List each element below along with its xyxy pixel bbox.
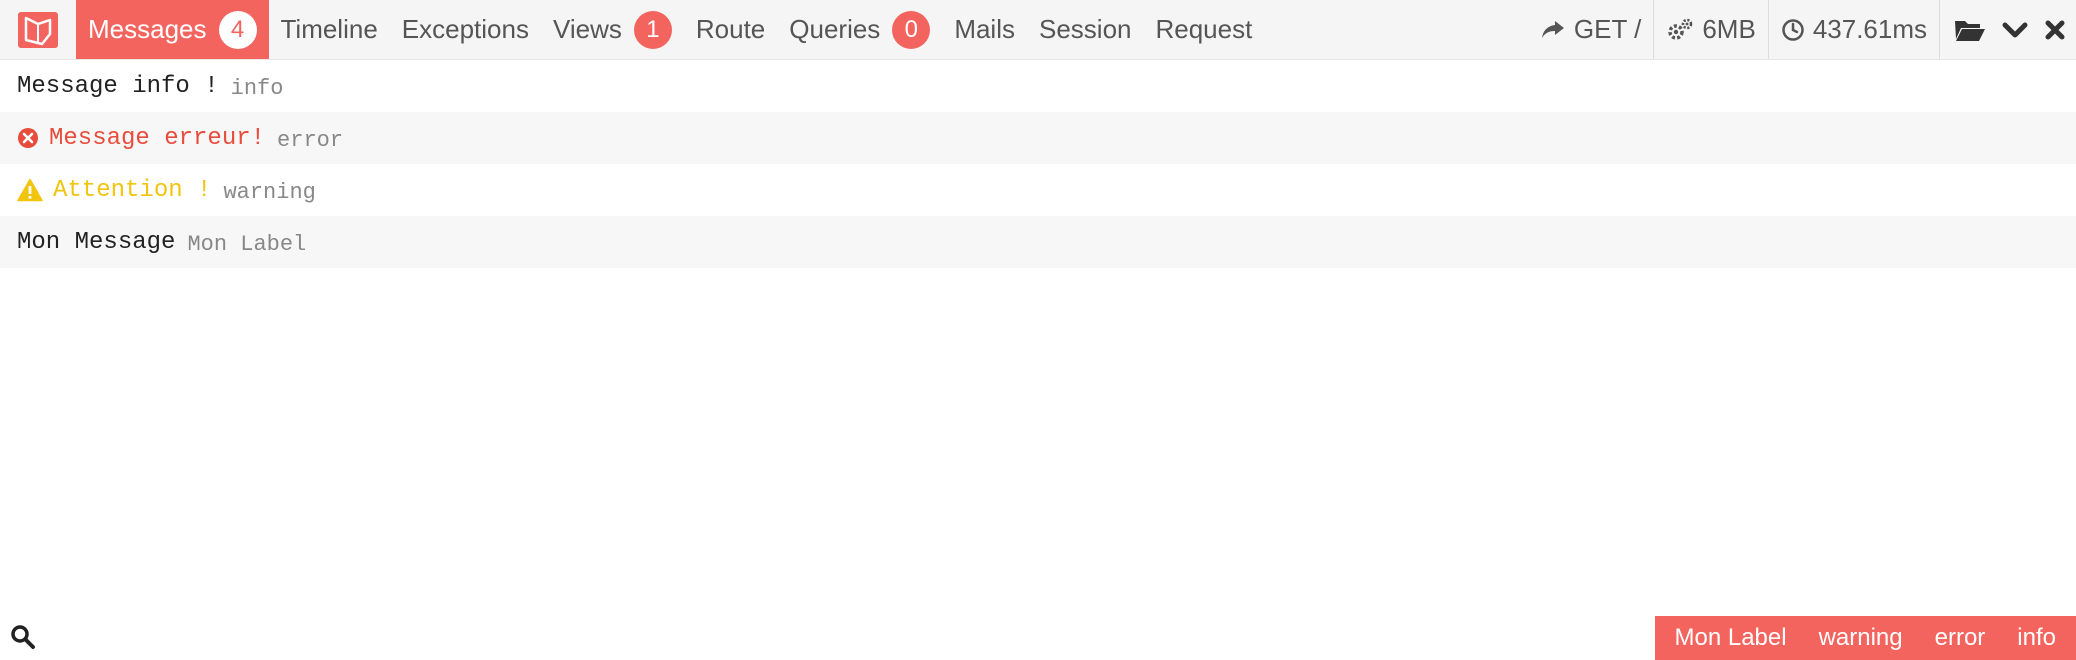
list-item[interactable]: Message info ! info <box>0 60 2076 112</box>
count-badge: 0 <box>892 10 931 49</box>
filter-mon-label[interactable]: Mon Label <box>1659 624 1803 652</box>
tab-label: Mails <box>954 14 1015 44</box>
request-indicator[interactable]: GET / <box>1528 0 1653 59</box>
request-method-path: GET / <box>1573 14 1642 44</box>
count-badge: 4 <box>218 10 257 49</box>
tab-timeline[interactable]: Timeline <box>269 0 390 59</box>
message-label: error <box>277 127 344 153</box>
list-item[interactable]: Message erreur! error <box>0 112 2076 164</box>
warning-triangle-icon <box>17 178 43 202</box>
tab-exceptions[interactable]: Exceptions <box>390 0 541 59</box>
tab-views[interactable]: Views 1 <box>541 0 684 59</box>
folder-open-icon[interactable] <box>1954 17 1986 43</box>
filter-warning[interactable]: warning <box>1803 624 1919 652</box>
tab-queries[interactable]: Queries 0 <box>777 0 942 59</box>
tab-messages[interactable]: Messages 4 <box>76 0 269 59</box>
close-icon[interactable] <box>2044 19 2066 41</box>
tab-list: Messages 4 Timeline Exceptions Views 1 R… <box>76 0 1264 59</box>
tab-label: Route <box>695 14 766 44</box>
message-label: info <box>230 75 284 101</box>
tab-label: Exceptions <box>401 14 529 44</box>
search-icon[interactable] <box>0 614 46 660</box>
memory-usage: 6MB <box>1702 14 1756 44</box>
list-item[interactable]: Mon Message Mon Label <box>0 216 2076 268</box>
message-text: Message erreur! <box>49 124 266 152</box>
debugbar-header: Messages 4 Timeline Exceptions Views 1 R… <box>0 0 2076 60</box>
message-label: Mon Label <box>187 231 307 257</box>
cogs-icon <box>1668 18 1693 40</box>
tab-label: Messages <box>88 14 207 44</box>
filter-info[interactable]: info <box>2001 624 2072 652</box>
tab-label: Views <box>552 14 622 44</box>
laravel-logo-icon[interactable] <box>0 0 76 59</box>
debugbar-controls <box>1939 0 2076 59</box>
filter-error[interactable]: error <box>1919 624 2002 652</box>
clock-icon <box>1782 18 1804 41</box>
tab-mails[interactable]: Mails <box>942 0 1027 59</box>
tab-label: Timeline <box>280 14 378 44</box>
header-indicators: GET / 6MB 437.61ms <box>1528 0 2076 59</box>
tab-route[interactable]: Route <box>684 0 777 59</box>
error-circle-icon <box>17 127 39 149</box>
share-icon <box>1541 20 1564 38</box>
request-duration: 437.61ms <box>1812 14 1927 44</box>
memory-indicator: 6MB <box>1653 0 1767 59</box>
debugbar: Messages 4 Timeline Exceptions Views 1 R… <box>0 0 2076 660</box>
message-label: warning <box>223 179 316 205</box>
list-item[interactable]: Attention ! warning <box>0 164 2076 216</box>
label-filters: Mon Label warning error info <box>1654 616 2076 660</box>
time-indicator[interactable]: 437.61ms <box>1767 0 1939 59</box>
chevron-down-icon[interactable] <box>2002 20 2028 40</box>
tab-label: Queries <box>789 14 881 44</box>
tab-session[interactable]: Session <box>1027 0 1144 59</box>
tab-label: Request <box>1155 14 1253 44</box>
message-text: Attention ! <box>53 176 212 204</box>
messages-list: Message info ! info Message erreur! erro… <box>0 60 2076 268</box>
tab-request[interactable]: Request <box>1143 0 1264 59</box>
count-badge: 1 <box>633 10 672 49</box>
message-text: Message info ! <box>17 72 219 100</box>
tab-label: Session <box>1038 14 1132 44</box>
message-text: Mon Message <box>17 228 176 256</box>
